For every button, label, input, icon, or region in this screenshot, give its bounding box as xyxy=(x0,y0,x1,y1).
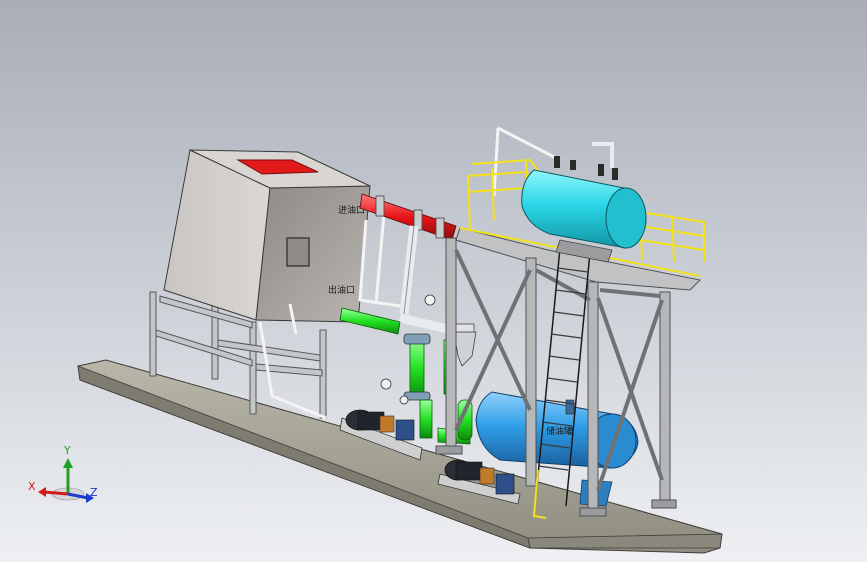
cad-viewport[interactable]: 进油口 出油口 储油罐 Y X Z xyxy=(0,0,867,562)
heating-box: 进油口 出油口 xyxy=(163,149,371,323)
tank-label: 储油罐 xyxy=(546,425,573,437)
box-label-lower: 出油口 xyxy=(328,284,355,296)
triad-y-label: Y xyxy=(63,444,71,457)
box-inspection-window xyxy=(286,237,310,267)
model-view[interactable]: 进油口 出油口 储油罐 Y X Z xyxy=(0,0,867,562)
triad-x-label: X xyxy=(28,480,36,493)
triad-z-label: Z xyxy=(90,486,98,499)
